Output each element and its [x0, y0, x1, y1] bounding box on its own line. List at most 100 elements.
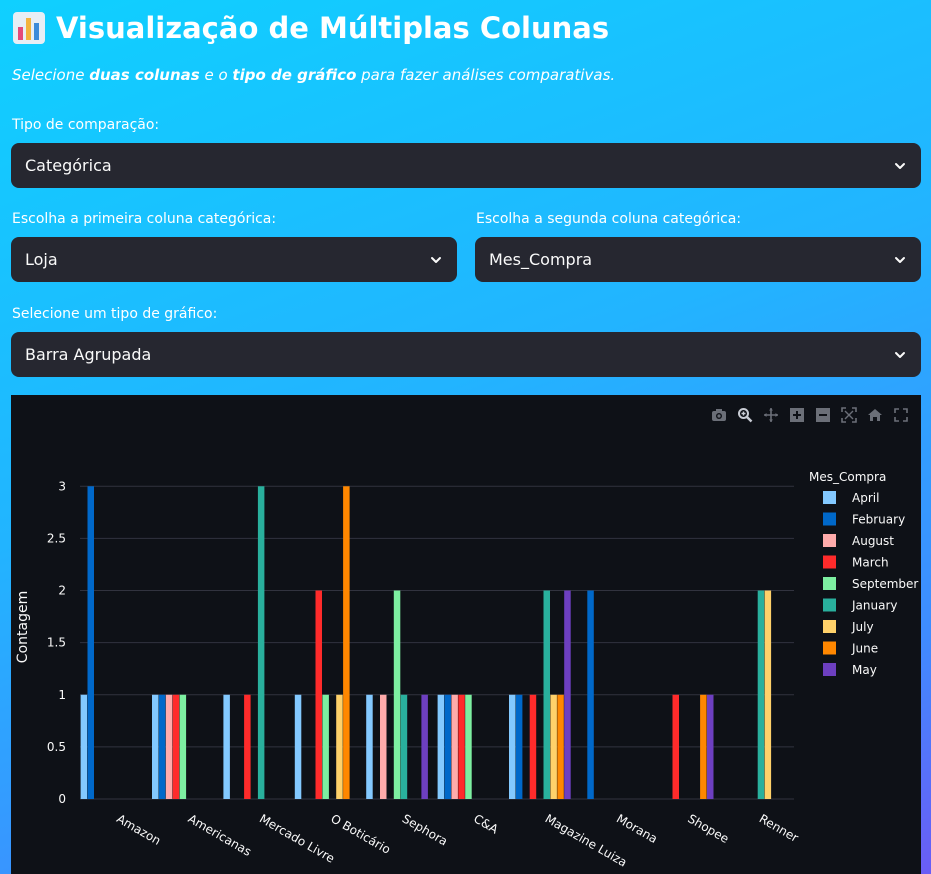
x-tick-label: C&A: [471, 811, 501, 836]
legend-item[interactable]: June: [823, 641, 878, 656]
subtitle-text: Selecione: [12, 66, 90, 84]
bar[interactable]: [322, 694, 329, 799]
legend-item[interactable]: July: [823, 620, 874, 634]
bar[interactable]: [757, 590, 765, 799]
legend-item[interactable]: March: [823, 555, 889, 570]
legend-label: July: [851, 620, 874, 634]
x-tick-label: Amazon: [114, 811, 163, 847]
y-tick-label: 1: [58, 688, 66, 702]
bar[interactable]: [564, 590, 571, 799]
legend-label: May: [852, 663, 877, 677]
y-tick-label: 2.5: [47, 531, 66, 545]
chart-plot: 0 0.5 1 1.5 2 2.5 3 Amazon Americanas Mercado Li…: [15, 470, 918, 870]
first-column-label: Escolha a primeira coluna categórica:: [12, 211, 277, 227]
bar[interactable]: [764, 590, 772, 799]
second-column-value: Mes_Compra: [489, 250, 593, 269]
x-tick-label: O Boticário: [328, 811, 393, 856]
chevron-down-icon: [895, 162, 905, 169]
bar[interactable]: [672, 694, 680, 799]
bar[interactable]: [152, 694, 159, 799]
subtitle-text: para fazer análises comparativas.: [356, 66, 616, 84]
bar[interactable]: [444, 694, 452, 799]
legend-swatch: [823, 641, 836, 655]
bar[interactable]: [179, 694, 187, 799]
bar[interactable]: [336, 694, 343, 799]
x-tick-label: Renner: [757, 811, 801, 845]
legend-item[interactable]: February: [823, 512, 905, 527]
page-title: Visualização de Múltiplas Colunas: [12, 8, 609, 48]
y-tick-label: 1.5: [47, 636, 66, 650]
bar[interactable]: [165, 694, 173, 799]
bar[interactable]: [465, 694, 472, 799]
subtitle-text: e o: [199, 66, 233, 84]
chevron-down-icon: [895, 351, 905, 358]
first-column-value: Loja: [25, 250, 58, 269]
bar[interactable]: [87, 486, 95, 799]
page-subtitle: Selecione duas colunas e o tipo de gráfi…: [12, 66, 615, 84]
first-column-select[interactable]: Loja: [11, 237, 457, 282]
bar[interactable]: [451, 694, 458, 799]
bar[interactable]: [400, 694, 408, 799]
legend-label: June: [851, 642, 878, 656]
bar[interactable]: [366, 694, 373, 799]
subtitle-bold: tipo de gráfico: [232, 66, 357, 84]
chart-type-select[interactable]: Barra Agrupada: [11, 332, 921, 377]
bar[interactable]: [294, 694, 302, 799]
legend-item[interactable]: May: [823, 663, 877, 677]
bar[interactable]: [587, 590, 594, 799]
comparison-type-label: Tipo de comparação:: [12, 117, 160, 133]
bar[interactable]: [543, 590, 551, 799]
legend-label: January: [851, 599, 898, 613]
legend-item[interactable]: January: [823, 598, 898, 613]
bar[interactable]: [529, 694, 537, 799]
bar[interactable]: [80, 694, 88, 799]
grouped-bar-chart: 0 0.5 1 1.5 2 2.5 3 Amazon Americanas Mercado Li…: [11, 395, 921, 874]
bar[interactable]: [707, 694, 714, 799]
bar[interactable]: [515, 694, 523, 799]
bar[interactable]: [343, 486, 350, 799]
x-tick-label: Sephora: [400, 811, 450, 848]
legend-swatch: [823, 598, 836, 612]
bar[interactable]: [700, 694, 707, 799]
comparison-type-value: Categórica: [25, 156, 112, 175]
x-tick-label: Shopee: [685, 811, 731, 846]
legend-label: April: [852, 491, 879, 505]
bar[interactable]: [380, 694, 387, 799]
bar[interactable]: [257, 486, 265, 799]
y-axis-title: Contagem: [15, 591, 31, 663]
legend-swatch: [823, 577, 836, 590]
bar[interactable]: [393, 590, 401, 799]
bar-chart-icon: [13, 12, 45, 44]
comparison-type-select[interactable]: Categórica: [11, 143, 921, 188]
bar[interactable]: [172, 694, 180, 799]
bar[interactable]: [458, 694, 465, 799]
y-tick-label: 0: [58, 792, 66, 806]
y-tick-label: 2: [58, 584, 66, 598]
second-column-label: Escolha a segunda coluna categórica:: [476, 211, 742, 227]
legend-label: September: [852, 577, 918, 591]
legend-item[interactable]: April: [823, 491, 879, 505]
legend-item[interactable]: September: [823, 577, 918, 591]
legend-swatch: [823, 534, 836, 547]
chevron-down-icon: [431, 256, 441, 263]
bar[interactable]: [158, 694, 166, 799]
chart-type-label: Selecione um tipo de gráfico:: [12, 306, 218, 322]
bar[interactable]: [244, 694, 251, 799]
subtitle-bold: duas colunas: [89, 66, 200, 84]
second-column-select[interactable]: Mes_Compra: [475, 237, 921, 282]
y-tick-label: 0.5: [47, 740, 66, 754]
bar[interactable]: [315, 590, 323, 799]
bar[interactable]: [557, 694, 564, 799]
bar[interactable]: [509, 694, 516, 799]
chart-type-value: Barra Agrupada: [25, 345, 152, 364]
legend-label: August: [852, 534, 894, 548]
legend-swatch: [823, 491, 836, 504]
bar[interactable]: [421, 694, 428, 799]
chevron-down-icon: [895, 256, 905, 263]
bar[interactable]: [223, 694, 230, 799]
bar[interactable]: [550, 694, 557, 799]
bar[interactable]: [437, 694, 445, 799]
legend-title: Mes_Compra: [809, 470, 886, 484]
x-tick-label: Morana: [614, 811, 660, 846]
legend-item[interactable]: August: [823, 534, 894, 548]
